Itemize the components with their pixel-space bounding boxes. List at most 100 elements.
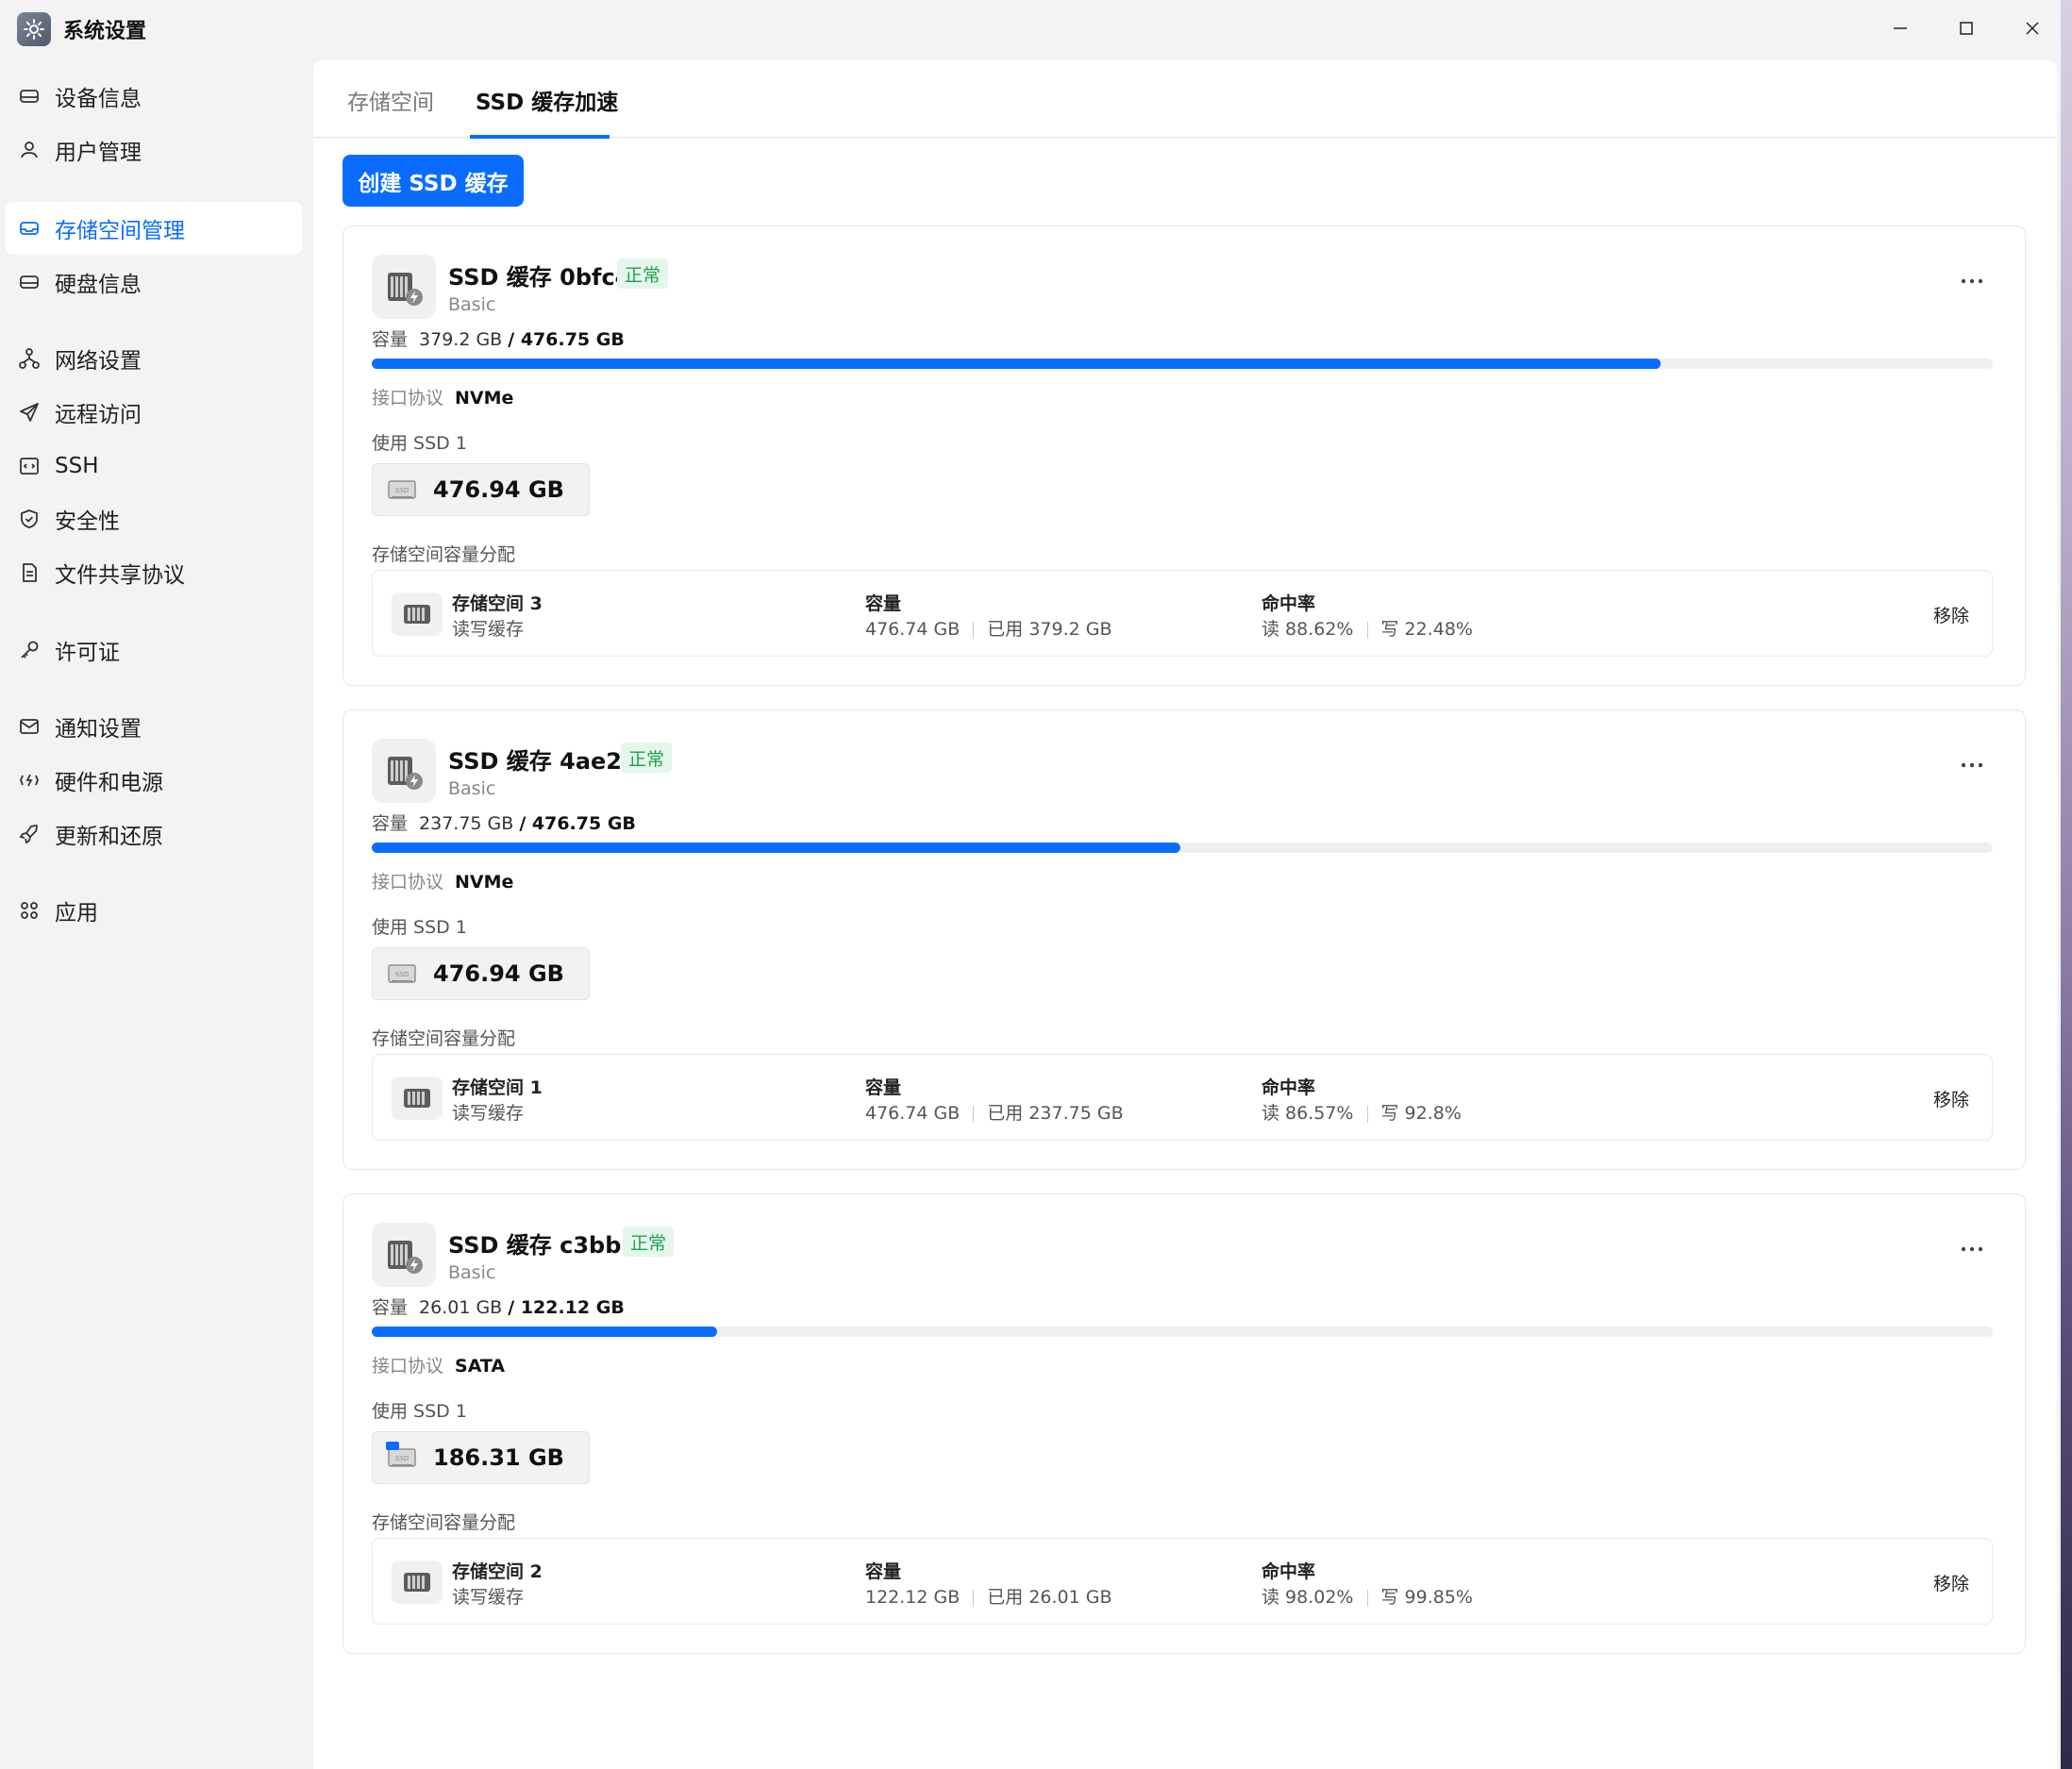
remove-button[interactable]: 移除	[1933, 602, 1969, 627]
hit-rate-column-title: 命中率	[1262, 1077, 1316, 1098]
capacity-bar-fill	[372, 359, 1662, 369]
status-badge: 正常	[617, 259, 669, 289]
tab-storage-space[interactable]: 存储空间	[347, 84, 434, 116]
sidebar-item-label: 远程访问	[55, 403, 142, 427]
ssd-icon: SSD	[386, 1442, 416, 1470]
desktop-background-edge	[2061, 0, 2072, 1769]
svg-text:SSD: SSD	[395, 971, 409, 978]
protocol-label: 接口协议	[372, 388, 444, 409]
maximize-icon	[1960, 22, 1973, 35]
cache-mode: 读写缓存	[452, 1587, 525, 1608]
ssd-disk-chip[interactable]: SSD 476.94 GB	[372, 463, 590, 516]
pool-capacity: 476.74 GB	[865, 1103, 961, 1124]
capacity-total: / 122.12 GB	[508, 1297, 625, 1318]
sidebar-item-label: SSH	[55, 454, 99, 478]
minimize-button[interactable]	[1874, 8, 1927, 49]
ssd-disk-chip[interactable]: SSD 186.31 GB	[372, 1431, 590, 1484]
capacity-column-value: 476.74 GB 已用 237.75 GB	[865, 1099, 1124, 1125]
settings-window: 系统设置 设备信息 用户管理 存储空间管理 硬盘信息 网络设置 远程访问 SSH…	[0, 0, 2072, 1769]
sidebar-item-label: 文件共享协议	[55, 563, 185, 588]
cache-type: Basic	[448, 778, 496, 799]
capacity-bar-fill	[372, 843, 1180, 853]
ssd-cache-card: SSD 缓存 4ae24 正常 Basic 容量 237.75 GB / 476.…	[343, 709, 2026, 1170]
hit-rate-column-value: 读 88.62% 写 22.48%	[1262, 615, 1473, 641]
create-ssd-cache-button[interactable]: 创建 SSD 缓存	[343, 155, 524, 207]
sidebar-item-update-restore[interactable]: 更新和还原	[6, 808, 302, 860]
capacity-column-value: 122.12 GB 已用 26.01 GB	[865, 1583, 1112, 1609]
disk-size: 476.94 GB	[433, 476, 564, 503]
storage-pool-icon	[392, 592, 443, 636]
allocation-row: 存储空间 1 读写缓存 容量 476.74 GB 已用 237.75 GB 命中率…	[372, 1054, 1993, 1141]
allocation-label: 存储空间容量分配	[372, 1512, 516, 1533]
apps-icon	[17, 898, 42, 923]
allocation-label: 存储空间容量分配	[372, 544, 516, 565]
sidebar-item-storage[interactable]: 存储空间管理	[6, 202, 302, 255]
remove-button[interactable]: 移除	[1933, 1086, 1969, 1111]
capacity-line: 容量 237.75 GB / 476.75 GB	[372, 809, 636, 835]
protocol-line: 接口协议 NVMe	[372, 868, 513, 893]
cache-mode: 读写缓存	[452, 619, 525, 640]
title-bar: 系统设置	[0, 0, 2061, 58]
hit-rate-column-value: 读 86.57% 写 92.8%	[1262, 1099, 1462, 1125]
sidebar-item-apps[interactable]: 应用	[6, 884, 302, 937]
disk-size: 476.94 GB	[433, 960, 564, 987]
user-icon	[17, 138, 42, 162]
send-icon	[17, 400, 42, 425]
sidebar: 设备信息 用户管理 存储空间管理 硬盘信息 网络设置 远程访问 SSH 安全性	[0, 58, 313, 1769]
cache-name: SSD 缓存 c3bbb	[448, 1232, 638, 1259]
capacity-used: 379.2 GB	[419, 329, 503, 350]
sidebar-item-remote-access[interactable]: 远程访问	[6, 386, 302, 439]
power-icon	[17, 768, 42, 793]
tab-ssd-cache[interactable]: SSD 缓存加速	[476, 84, 618, 116]
hit-rate-column-value: 读 98.02% 写 99.85%	[1262, 1583, 1473, 1609]
capacity-label: 容量	[372, 329, 409, 350]
allocation-label: 存储空间容量分配	[372, 1028, 516, 1049]
ssd-disk-chip[interactable]: SSD 476.94 GB	[372, 947, 590, 1000]
capacity-label: 容量	[372, 1297, 409, 1318]
sidebar-item-hardware-power[interactable]: 硬件和电源	[6, 754, 302, 807]
close-button[interactable]	[2006, 8, 2059, 49]
remove-button[interactable]: 移除	[1933, 1570, 1969, 1595]
write-hit-rate: 写 22.48%	[1380, 619, 1474, 640]
sidebar-item-ssh[interactable]: SSH	[6, 440, 302, 492]
capacity-bar	[372, 1327, 1993, 1337]
cache-mode: 读写缓存	[452, 1103, 525, 1124]
svg-text:SSD: SSD	[395, 1455, 409, 1462]
protocol-value: NVMe	[455, 872, 514, 893]
more-options-button[interactable]	[1953, 272, 1991, 291]
shield-icon	[17, 507, 42, 531]
pool-used: 已用 237.75 GB	[987, 1103, 1124, 1124]
device-icon	[17, 84, 42, 108]
protocol-line: 接口协议 NVMe	[372, 384, 513, 409]
hit-rate-column-title: 命中率	[1262, 593, 1316, 614]
cache-name: SSD 缓存 0bfc4	[448, 264, 631, 291]
capacity-column-title: 容量	[865, 1077, 902, 1098]
sidebar-item-network[interactable]: 网络设置	[6, 332, 302, 385]
sidebar-item-disk-info[interactable]: 硬盘信息	[6, 256, 302, 309]
sidebar-item-security[interactable]: 安全性	[6, 492, 302, 545]
pool-used: 已用 26.01 GB	[987, 1587, 1112, 1608]
sidebar-item-device-info[interactable]: 设备信息	[6, 70, 302, 123]
sidebar-item-label: 硬件和电源	[55, 771, 163, 795]
svg-text:SSD: SSD	[395, 487, 409, 494]
sidebar-item-file-sharing[interactable]: 文件共享协议	[6, 546, 302, 599]
more-options-button[interactable]	[1953, 756, 1991, 775]
mail-icon	[17, 714, 42, 739]
more-icon	[1961, 762, 1983, 768]
app-title: 系统设置	[63, 20, 147, 43]
sidebar-item-license[interactable]: 许可证	[6, 624, 302, 676]
main-panel: 存储空间 SSD 缓存加速 创建 SSD 缓存 SSD 缓存 0bfc4 正常 …	[313, 60, 2057, 1769]
sidebar-item-label: 应用	[55, 901, 98, 926]
sidebar-item-label: 硬盘信息	[55, 273, 142, 297]
active-tab-indicator	[470, 135, 610, 139]
maximize-button[interactable]	[1940, 8, 1993, 49]
rocket-icon	[17, 822, 42, 846]
storage-pool-icon	[392, 1076, 443, 1120]
os-disk-marker-icon	[386, 1442, 399, 1450]
more-options-button[interactable]	[1953, 1240, 1991, 1259]
key-icon	[17, 638, 42, 662]
sidebar-item-users[interactable]: 用户管理	[6, 124, 302, 176]
protocol-value: NVMe	[455, 388, 514, 409]
sidebar-item-notifications[interactable]: 通知设置	[6, 700, 302, 753]
write-hit-rate: 写 99.85%	[1380, 1587, 1474, 1608]
